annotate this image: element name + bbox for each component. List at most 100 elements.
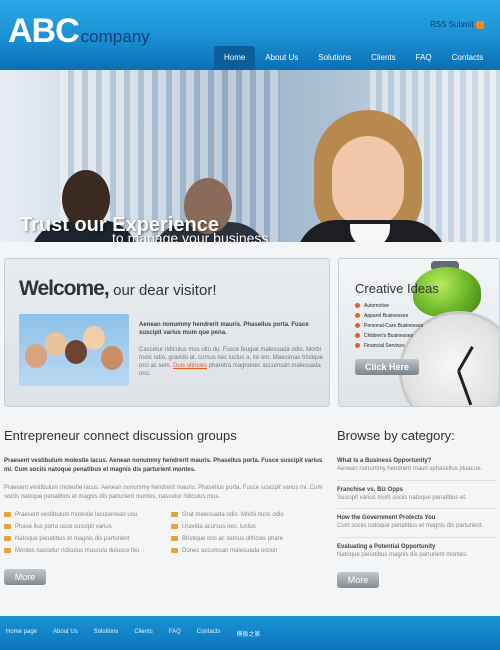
creative-list: Automotive Apparel Businesses Personal-C…	[355, 303, 423, 353]
creative-item-label: Automotive	[364, 303, 390, 309]
main-nav: Home About Us Solutions Clients FAQ Cont…	[214, 46, 493, 70]
welcome-bold-text: Aenean nonummy hendrerit mauris. Phasell…	[139, 322, 309, 336]
list-item-label: Bristique orci ac semus ultricies phare	[182, 536, 284, 543]
welcome-title: Welcome, our dear visitor!	[19, 277, 216, 301]
welcome-body-text: Cascetur ridiculus mus ulto du. Fusce fe…	[139, 346, 325, 378]
entrepreneur-body-text: Praesent vestibulum molestie lacus. Aene…	[4, 485, 323, 500]
browse-item-title[interactable]: Franchise vs. Biz Opps	[337, 486, 497, 494]
nav-item-home[interactable]: Home	[214, 46, 256, 70]
folder-icon	[171, 536, 178, 541]
welcome-title-big: Welcome,	[19, 277, 110, 300]
browse-item-desc: Suscipit varius mum sociis natoque penat…	[337, 495, 467, 501]
list-item[interactable]: Natoque penatibus et magnis dis parturie…	[4, 536, 139, 548]
footer-nav: Home page About Us Solutions Clients FAQ…	[6, 629, 276, 638]
site-header: ABC company RSS Submit Home About Us Solu…	[0, 0, 500, 70]
creative-title: Creative Ideas	[355, 281, 439, 296]
nav-item-faq[interactable]: FAQ	[406, 46, 442, 70]
hero-banner: Trust our Experience to manage your busi…	[0, 70, 500, 242]
footer-link-template-home[interactable]: 模板之家	[236, 629, 260, 638]
list-item-label: Montes nascetur ridiculus muscula duiusc…	[15, 548, 140, 555]
welcome-link[interactable]: Duis ultricies	[173, 363, 207, 369]
folder-icon	[4, 536, 11, 541]
list-item[interactable]: Bristique orci ac semus ultricies phare	[171, 536, 284, 548]
list-item[interactable]: Montes nascetur ridiculus muscula duiusc…	[4, 548, 139, 560]
rss-label: RSS Submit	[430, 20, 474, 29]
browse-more-button[interactable]: More	[337, 572, 379, 588]
list-item[interactable]: Donec accumsan malesuada orcion	[171, 548, 284, 560]
nav-item-about-us[interactable]: About Us	[255, 46, 308, 70]
creative-item[interactable]: Automotive	[355, 303, 423, 313]
list-item[interactable]: Phase llus porta usce suscipit varius	[4, 524, 139, 536]
browse-item[interactable]: How the Government Protects You Cum soci…	[337, 514, 497, 530]
site-footer: Home page About Us Solutions Clients FAQ…	[0, 616, 500, 650]
entrepreneur-title: Entrepreneur connect discussion groups	[4, 428, 237, 443]
photo-face-1	[25, 344, 47, 368]
bullet-icon	[355, 323, 360, 329]
divider	[337, 480, 497, 481]
creative-panel: Creative Ideas Automotive Apparel Busine…	[338, 258, 500, 407]
entrepreneur-more-button[interactable]: More	[4, 569, 46, 585]
logo-main-text: ABC	[8, 12, 80, 50]
list-item-label: Donec accumsan malesuada orcion	[182, 548, 278, 555]
footer-link-about-us[interactable]: About Us	[53, 629, 78, 638]
bullet-icon	[355, 313, 360, 319]
list-item-label: Phase llus porta usce suscipit varius	[15, 524, 112, 531]
browse-item-title[interactable]: What Is a Business Opportunity?	[337, 457, 497, 465]
logo-sub-text: company	[80, 27, 150, 46]
browse-item-title[interactable]: How the Government Protects You	[337, 514, 497, 522]
footer-link-solutions[interactable]: Solutions	[94, 629, 119, 638]
nav-item-clients[interactable]: Clients	[361, 46, 405, 70]
click-here-button[interactable]: Click Here	[355, 359, 419, 375]
folder-icon	[4, 548, 11, 553]
creative-item[interactable]: Financial Services	[355, 343, 423, 353]
folder-icon	[171, 524, 178, 529]
folder-icon	[4, 512, 11, 517]
browse-item[interactable]: Franchise vs. Biz Opps Suscipit varius m…	[337, 486, 497, 502]
creative-item[interactable]: Personal-Care Businesses	[355, 323, 423, 333]
footer-link-faq[interactable]: FAQ	[169, 629, 181, 638]
photo-face-2	[45, 332, 67, 356]
divider	[337, 508, 497, 509]
rss-link[interactable]: RSS Submit	[430, 20, 484, 29]
folder-icon	[4, 524, 11, 529]
browse-item-desc: Natoque penatibus magnis dis parturient …	[337, 552, 468, 558]
welcome-title-small: our dear visitor!	[113, 282, 217, 299]
folder-icon	[171, 548, 178, 553]
browse-item-desc: Cum sociis natoque penatibus et magnis d…	[337, 523, 484, 529]
entrepreneur-bold-text: Praesent vestibulum molestie lacus. Aene…	[4, 458, 323, 473]
list-item-label: Grat malesuada odio. Morbi nunc odio	[182, 512, 284, 519]
bullet-icon	[355, 343, 360, 349]
welcome-photo	[19, 314, 129, 386]
creative-item[interactable]: Apparel Businesses	[355, 313, 423, 323]
creative-item-label: Apparel Businesses	[364, 313, 409, 319]
footer-link-home[interactable]: Home page	[6, 629, 37, 638]
rss-icon	[475, 20, 484, 29]
creative-item[interactable]: Children's Businesses	[355, 333, 423, 343]
browse-item[interactable]: What Is a Business Opportunity? Aenean n…	[337, 457, 497, 473]
bullet-icon	[355, 333, 360, 339]
hero-subtitle: to manage your business...	[112, 230, 281, 242]
creative-item-label: Children's Businesses	[364, 333, 414, 339]
photo-face-4	[83, 326, 105, 350]
list-item[interactable]: Praesent vestibulum molestie lacusenean …	[4, 512, 139, 524]
nav-item-contacts[interactable]: Contacts	[442, 46, 494, 70]
hero-woman-face	[332, 136, 404, 228]
logo[interactable]: ABC company	[8, 12, 150, 51]
list-item-label: Praesent vestibulum molestie lacusenean …	[15, 512, 138, 519]
browse-item-title[interactable]: Evaluating a Potential Opportunity	[337, 543, 497, 551]
list-item-label: Uravida acursus nec, luctus	[182, 524, 256, 531]
browse-title: Browse by category:	[337, 428, 455, 443]
photo-face-5	[101, 346, 123, 370]
browse-item-desc: Aenean nonummy hendrerit mauri sphasellu…	[337, 466, 483, 472]
nav-item-solutions[interactable]: Solutions	[308, 46, 361, 70]
welcome-panel: Welcome, our dear visitor! Aenean nonumm…	[4, 258, 330, 407]
list-item[interactable]: Grat malesuada odio. Morbi nunc odio	[171, 512, 284, 524]
browse-item[interactable]: Evaluating a Potential Opportunity Natoq…	[337, 543, 497, 559]
footer-link-clients[interactable]: Clients	[134, 629, 152, 638]
hero-woman-collar	[350, 224, 390, 242]
list-item-label: Natoque penatibus et magnis dis parturie…	[15, 536, 130, 543]
footer-link-contacts[interactable]: Contacts	[197, 629, 221, 638]
list-item[interactable]: Uravida acursus nec, luctus	[171, 524, 284, 536]
divider	[337, 537, 497, 538]
creative-item-label: Financial Services	[364, 343, 405, 349]
